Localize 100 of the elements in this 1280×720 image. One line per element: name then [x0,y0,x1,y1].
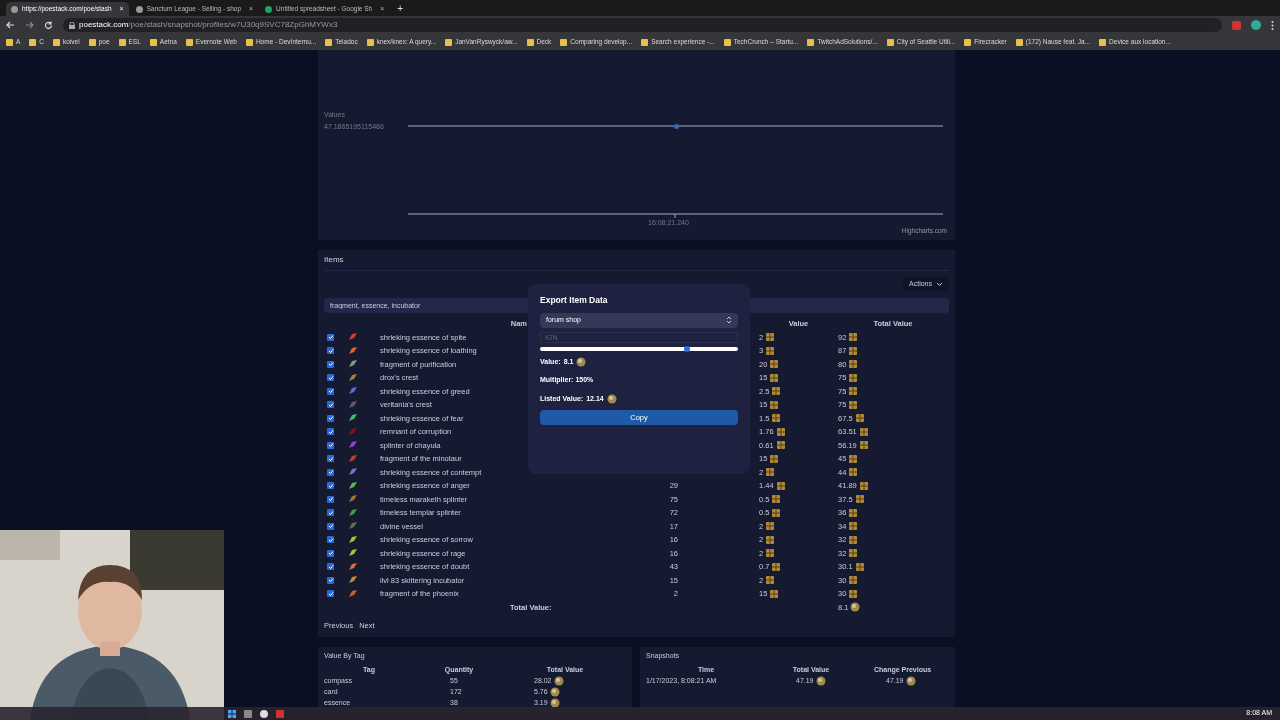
lock-icon [69,21,75,29]
currency-icon [771,507,782,518]
checkbox[interactable] [327,576,334,584]
data-point [674,124,679,129]
checkbox[interactable] [327,549,334,557]
bookmark-icon [366,38,374,46]
bookmark-icon [526,38,534,46]
url-text: poestack.com/poe/stash/snapshot/profiles/w7U30q9SVC78ZpGhMYWx3 [79,19,338,31]
currency-icon [765,575,776,586]
bookmark-icon [445,38,453,46]
favicon-icon [135,5,143,13]
currency-icon [848,534,859,545]
bookmark-icon [1099,38,1107,46]
checkbox[interactable] [327,333,334,341]
checkbox[interactable] [327,360,334,368]
currency-icon [848,521,859,532]
bookmark-icon [29,38,37,46]
orb-icon [815,675,826,686]
section-title: Items [324,254,949,271]
currency-icon [858,480,869,491]
currency-icon [765,467,776,478]
bookmark-icon [149,38,157,46]
currency-icon [848,386,859,397]
currency-icon [854,413,865,424]
select-arrows-icon [726,316,732,325]
bookmark-icon [1015,38,1023,46]
bookmark-icon [325,38,333,46]
currency-icon [765,548,776,559]
favicon-icon [265,5,273,13]
currency-icon [848,372,859,383]
checkbox[interactable] [327,482,334,490]
currency-icon [848,359,859,370]
reload-icon[interactable] [44,20,53,30]
currency-icon [765,534,776,545]
currency-icon [775,426,786,437]
bookmark-icon [807,38,815,46]
caret-icon [936,281,943,287]
currency-icon [771,386,782,397]
checkbox[interactable] [327,590,334,598]
checkbox[interactable] [327,536,334,544]
currency-icon [848,345,859,356]
currency-icon [848,467,859,478]
currency-icon [769,372,780,383]
currency-icon [848,575,859,586]
checkbox[interactable] [327,495,334,503]
currency-icon [848,507,859,518]
currency-icon [771,413,782,424]
currency-icon [775,440,786,451]
menu-icon[interactable] [1271,20,1274,30]
profile-icon[interactable] [1251,20,1261,30]
checkbox[interactable] [327,428,334,436]
bookmark-icon [118,38,126,46]
checkbox[interactable] [327,414,334,422]
checkbox[interactable] [327,455,334,463]
currency-icon [848,588,859,599]
back-icon[interactable] [6,21,15,29]
currency-icon [854,561,865,572]
orb-icon [553,675,564,686]
checkbox[interactable] [327,509,334,517]
bookmark-icon [185,38,193,46]
checkbox[interactable] [327,441,334,449]
checkbox[interactable] [327,347,334,355]
bookmark-icon [641,38,649,46]
currency-icon [769,399,780,410]
slider-track[interactable] [540,346,738,351]
currency-icon [765,521,776,532]
forward-icon[interactable] [25,21,34,29]
orb-icon [850,602,861,613]
currency-icon [769,359,780,370]
dialog-title: Export Item Data [540,294,609,307]
checkbox[interactable] [327,563,334,571]
windows-icon[interactable] [228,709,236,718]
currency-icon [848,453,859,464]
bookmark-icon [53,38,61,46]
checkbox[interactable] [327,522,334,530]
address-bar[interactable]: poestack.com/poe/stash/snapshot/profiles/w7U30q9SVC78ZpGhMYWx3 [63,18,1222,32]
checkbox[interactable] [327,387,334,395]
bookmark-icon [560,38,568,46]
checkbox[interactable] [327,468,334,476]
currency-icon [771,494,782,505]
checkbox[interactable] [327,401,334,409]
orb-icon [576,357,587,367]
bookmark-icon [723,38,731,46]
bookmark-icon [964,38,972,46]
orb-icon [549,686,560,697]
currency-icon [765,332,776,343]
currency-icon [765,345,776,356]
currency-icon [775,480,786,491]
currency-icon [848,548,859,559]
bookmark-icon [6,38,13,46]
currency-icon [848,332,859,343]
checkbox[interactable] [327,374,334,382]
currency-icon [769,453,780,464]
new-tab-button[interactable]: + [391,2,410,16]
orb-icon [549,697,560,708]
currency-icon [858,440,869,451]
currency-icon [769,588,780,599]
slider-thumb[interactable] [683,345,690,352]
favicon-icon [11,5,18,13]
bookmark-icon [245,38,253,46]
